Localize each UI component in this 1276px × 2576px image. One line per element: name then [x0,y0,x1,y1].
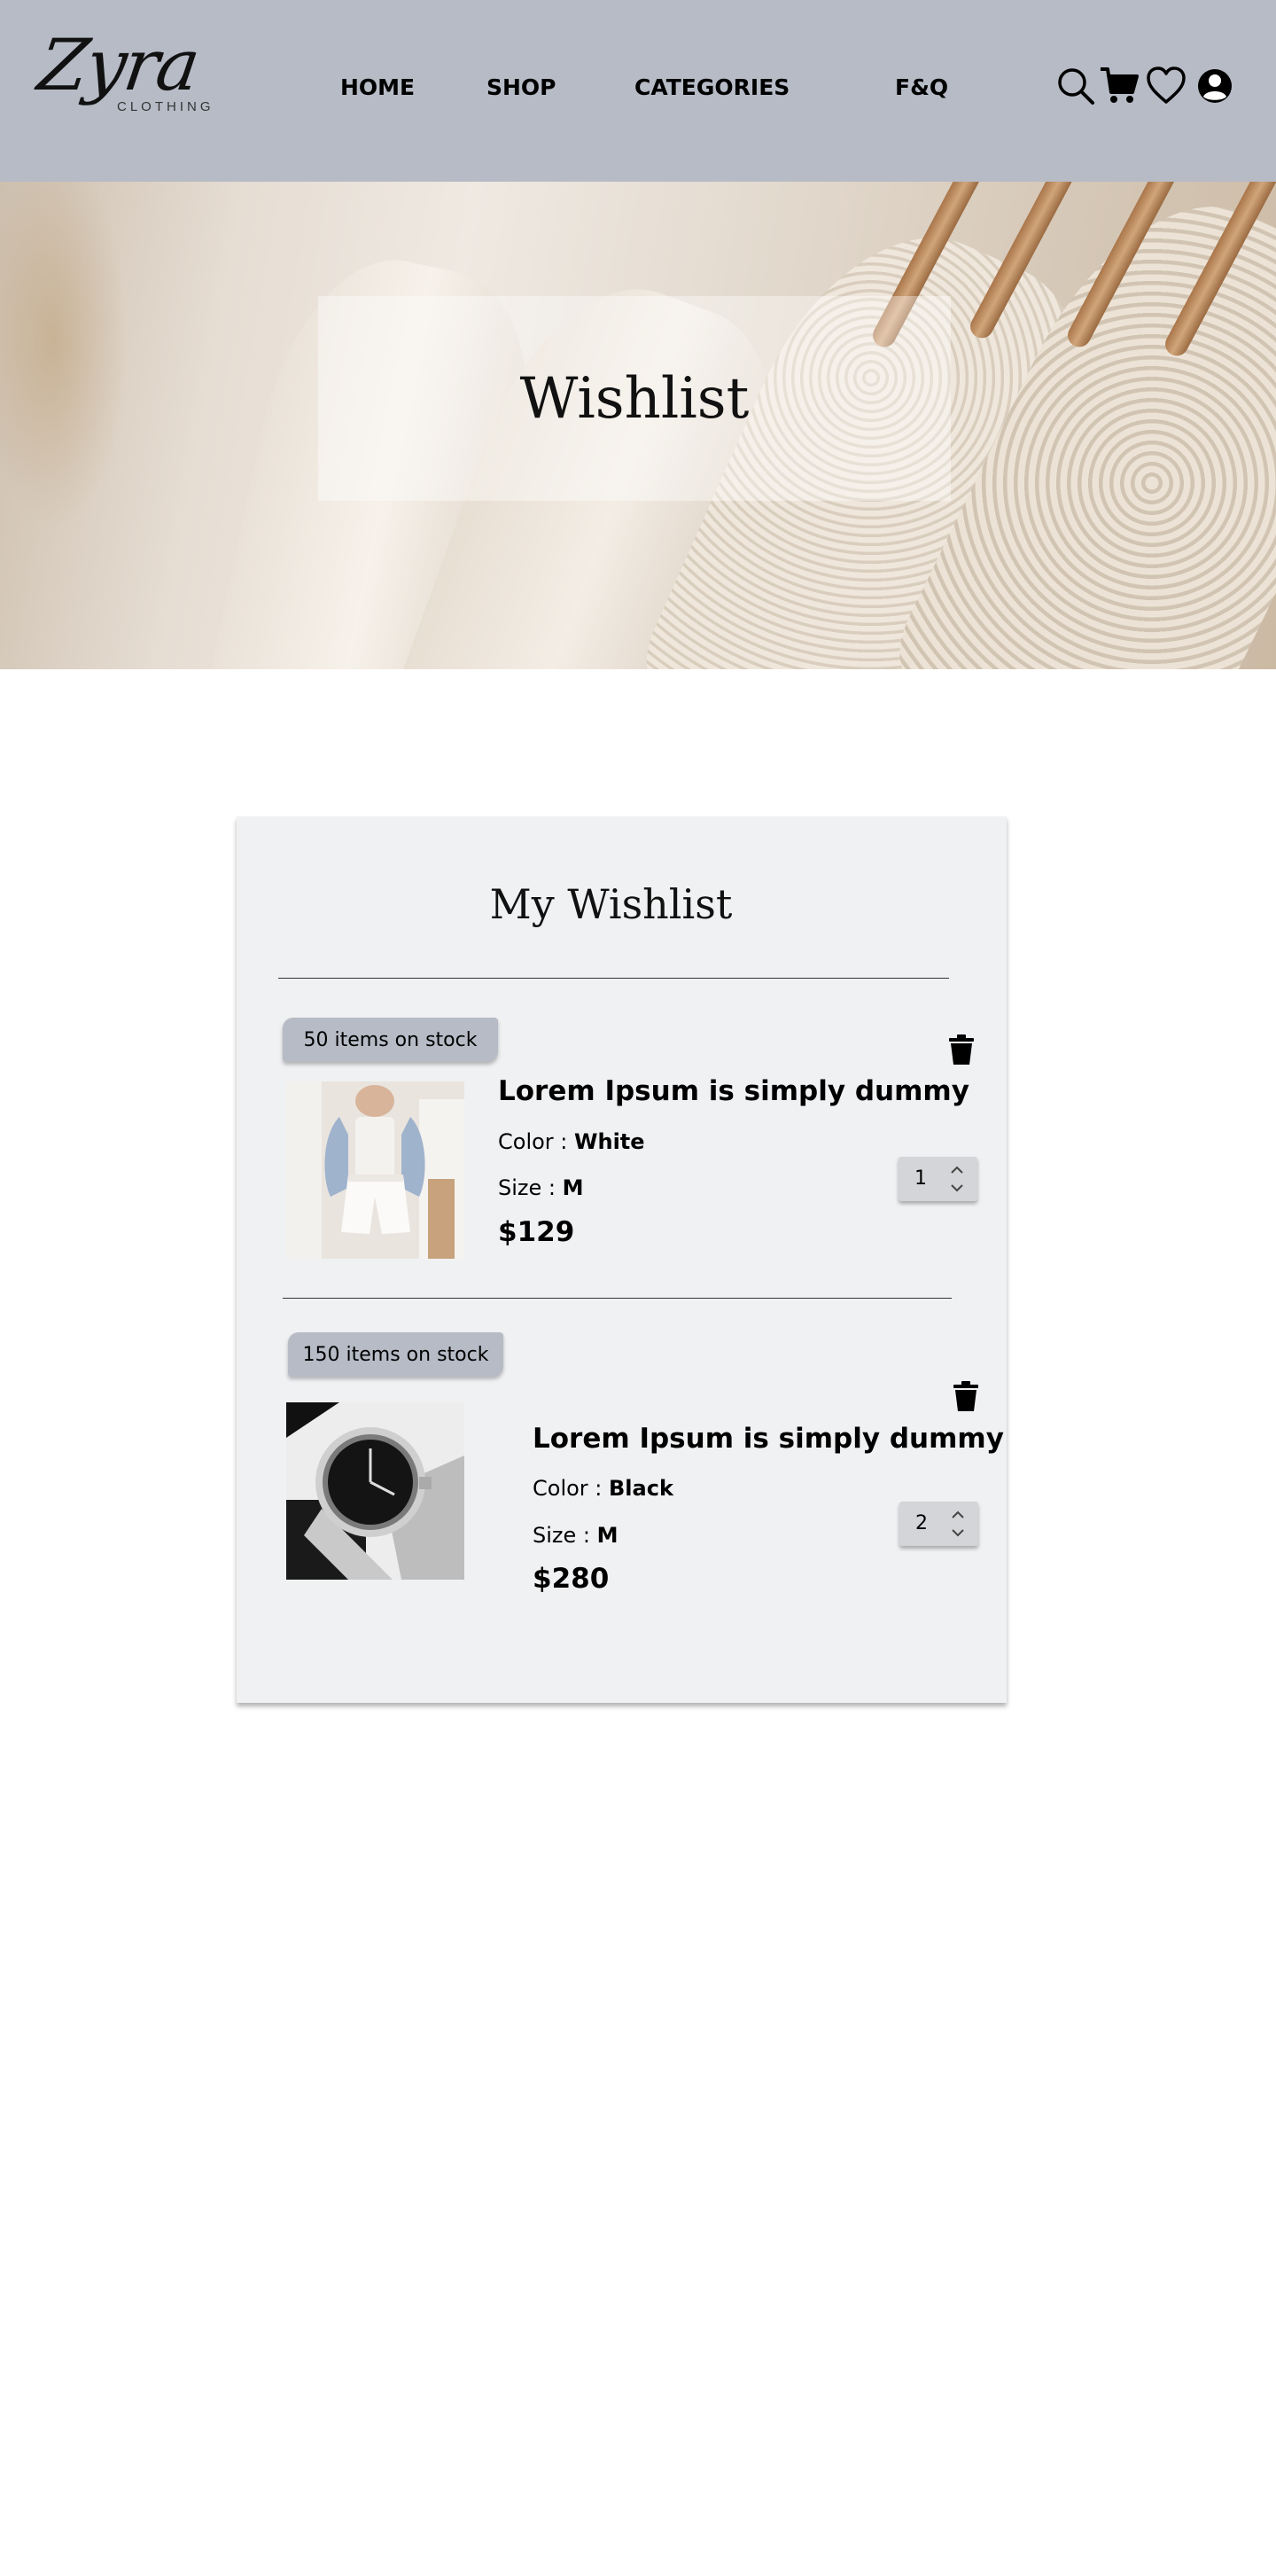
size-value: M [596,1523,619,1548]
hero-title-panel: Wishlist [318,296,951,501]
stock-badge: 150 items on stock [288,1332,503,1377]
quantity-stepper[interactable]: 1 [899,1157,977,1201]
color-label: Color : [498,1129,575,1154]
wishlist-title: My Wishlist [489,880,733,928]
product-title[interactable]: Lorem Ipsum is simply dummy [498,1075,969,1107]
product-color: Color : Black [533,1476,673,1501]
page-title: Wishlist [519,365,750,432]
product-size: Size : M [533,1523,619,1548]
nav-categories[interactable]: CATEGORIES [634,74,790,100]
logo[interactable]: Zyra CLOTHING [34,24,225,124]
size-value: M [562,1175,584,1200]
site-header: Zyra CLOTHING HOME SHOP CATEGORIES F&Q [0,0,1276,182]
nav-fq[interactable]: F&Q [895,74,948,100]
color-value: Black [609,1476,673,1501]
nav-shop[interactable]: SHOP [486,74,556,100]
heart-icon[interactable] [1146,66,1187,106]
quantity-value[interactable]: 1 [914,1167,927,1190]
product-size: Size : M [498,1175,584,1200]
product-image[interactable] [286,1402,464,1580]
quantity-value[interactable]: 2 [915,1512,928,1534]
stock-badge: 50 items on stock [283,1018,498,1062]
chevron-up-icon[interactable] [948,1163,966,1177]
wishlist-card: My Wishlist 50 items on stock Lorem Ipsu… [237,816,1007,1703]
cart-icon[interactable] [1099,66,1140,106]
product-image[interactable] [286,1081,464,1259]
color-label: Color : [533,1476,610,1501]
quantity-stepper[interactable]: 2 [899,1502,978,1546]
product-color: Color : White [498,1129,645,1154]
chevron-down-icon[interactable] [948,1181,966,1195]
size-label: Size : [498,1175,563,1200]
divider [283,1298,952,1299]
chevron-up-icon[interactable] [949,1508,967,1522]
size-label: Size : [533,1523,597,1548]
logo-subtitle: CLOTHING [117,99,214,114]
color-value: White [574,1129,645,1154]
nav-home[interactable]: HOME [340,74,415,100]
search-icon[interactable] [1055,66,1096,106]
trash-icon[interactable] [947,1034,976,1065]
product-title[interactable]: Lorem Ipsum is simply dummy [533,1423,1004,1455]
user-icon[interactable] [1194,66,1235,106]
product-price: $280 [533,1563,610,1595]
logo-wordmark: Zyra [33,24,204,106]
product-price: $129 [498,1216,575,1248]
chevron-down-icon[interactable] [949,1526,967,1540]
trash-icon[interactable] [952,1381,980,1411]
hero-banner: Wishlist [0,182,1276,669]
divider [278,978,949,979]
